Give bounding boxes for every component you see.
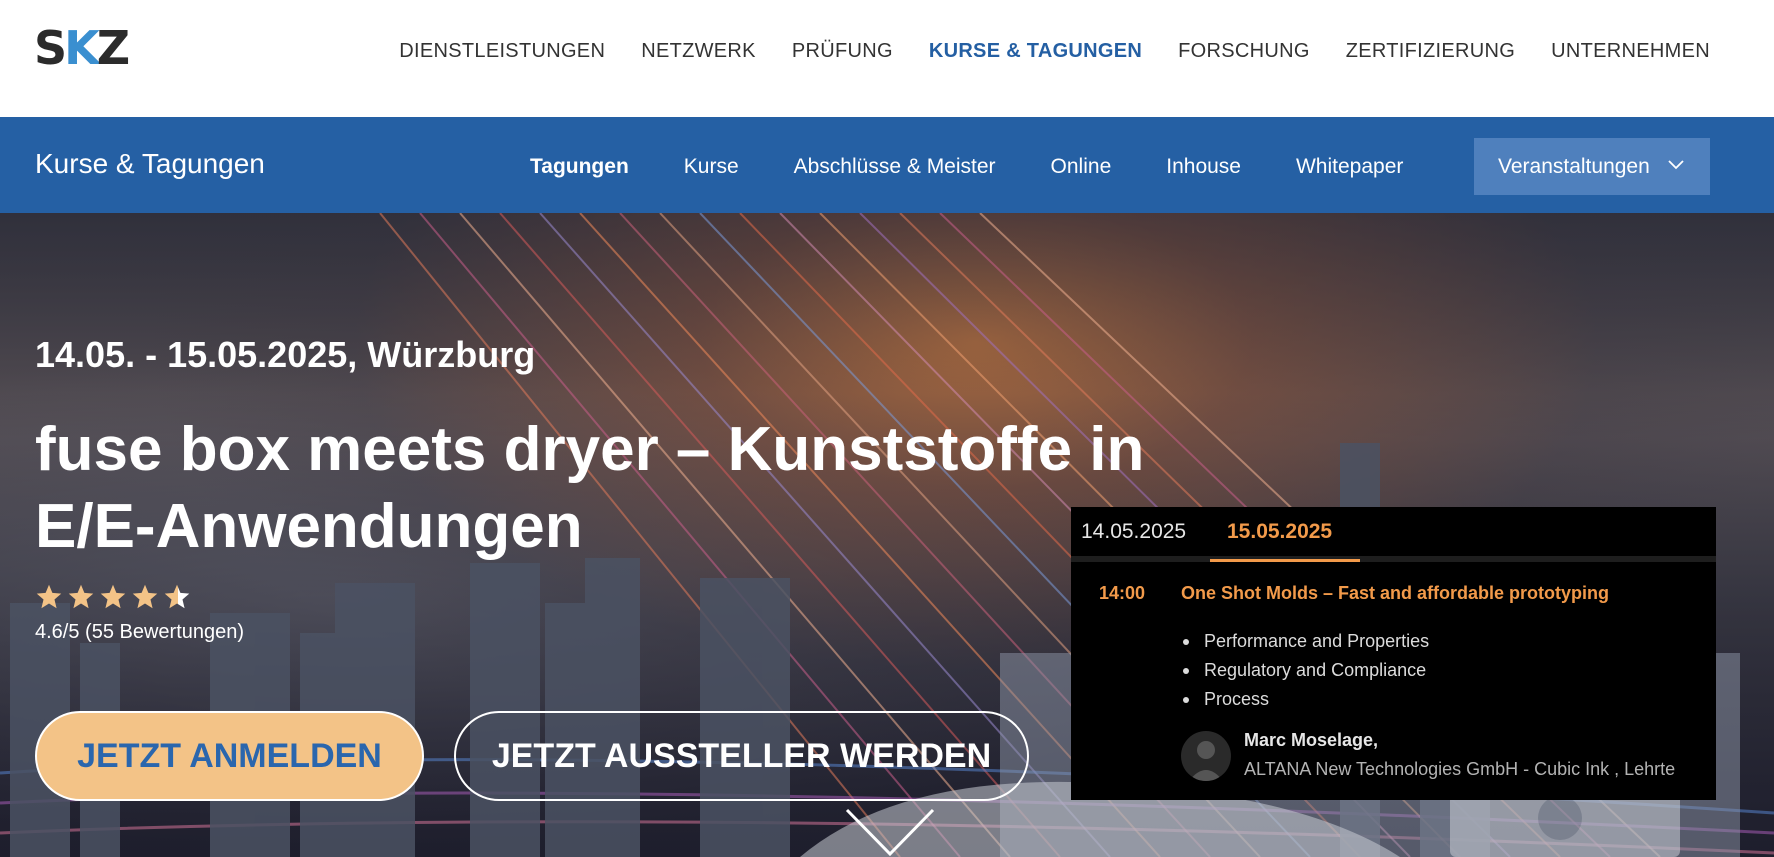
tab-day-2[interactable]: 15.05.2025 bbox=[1227, 517, 1332, 547]
star-icon bbox=[67, 583, 95, 611]
subnav-item-inhouse[interactable]: Inhouse bbox=[1166, 153, 1241, 181]
top-header: SKZ DIENSTLEISTUNGEN NETZWERK PRÜFUNG KU… bbox=[0, 0, 1774, 117]
nav-item-zertifizierung[interactable]: ZERTIFIZIERUNG bbox=[1346, 37, 1515, 65]
list-item: Process bbox=[1181, 685, 1429, 714]
dropdown-label: Veranstaltungen bbox=[1498, 154, 1650, 178]
session-title[interactable]: One Shot Molds – Fast and affordable pro… bbox=[1181, 581, 1609, 605]
active-tab-indicator bbox=[1210, 559, 1360, 562]
sub-navigation: Tagungen Kurse Abschlüsse & Meister Onli… bbox=[530, 153, 1403, 181]
skz-logo[interactable]: SKZ bbox=[34, 24, 130, 72]
rating-summary: 4.6/5 (55 Bewertungen) bbox=[35, 621, 245, 643]
chevron-down-icon bbox=[1668, 159, 1684, 174]
logo-wordmark: SKZ bbox=[34, 21, 130, 75]
list-item: Regulatory and Compliance bbox=[1181, 656, 1429, 685]
nav-item-forschung[interactable]: FORSCHUNG bbox=[1178, 37, 1310, 65]
scroll-down-chevron-icon[interactable] bbox=[845, 808, 935, 857]
register-now-button[interactable]: JETZT ANMELDEN bbox=[35, 711, 424, 801]
half-star-icon bbox=[163, 583, 191, 611]
section-subnav-bar: Kurse & Tagungen Tagungen Kurse Abschlüs… bbox=[0, 117, 1774, 213]
veranstaltungen-dropdown[interactable]: Veranstaltungen bbox=[1474, 138, 1710, 195]
subnav-item-abschluesse-meister[interactable]: Abschlüsse & Meister bbox=[794, 153, 996, 181]
subnav-item-tagungen[interactable]: Tagungen bbox=[530, 153, 629, 181]
session-time: 14:00 bbox=[1099, 583, 1146, 603]
session-topics-list: Performance and Properties Regulatory an… bbox=[1181, 627, 1429, 714]
star-icon bbox=[131, 583, 159, 611]
speaker-name: Marc Moselage, bbox=[1244, 730, 1379, 750]
speaker-organization: ALTANA New Technologies GmbH - Cubic Ink… bbox=[1244, 759, 1676, 779]
subnav-item-kurse[interactable]: Kurse bbox=[684, 153, 739, 181]
agenda-day-tabs: 14.05.2025 15.05.2025 bbox=[1071, 507, 1716, 562]
nav-item-kurse-tagungen[interactable]: KURSE & TAGUNGEN bbox=[929, 37, 1142, 65]
become-exhibitor-button[interactable]: JETZT AUSSTELLER WERDEN bbox=[454, 711, 1029, 801]
section-title[interactable]: Kurse & Tagungen bbox=[35, 147, 265, 181]
star-icon bbox=[35, 583, 63, 611]
agenda-panel: 14.05.2025 15.05.2025 14:00 One Shot Mol… bbox=[1071, 507, 1716, 800]
event-date-location: 14.05. - 15.05.2025, Würzburg bbox=[35, 334, 536, 375]
rating-stars bbox=[35, 583, 191, 611]
nav-item-unternehmen[interactable]: UNTERNEHMEN bbox=[1551, 37, 1710, 65]
main-navigation: DIENSTLEISTUNGEN NETZWERK PRÜFUNG KURSE … bbox=[399, 37, 1710, 65]
list-item: Performance and Properties bbox=[1181, 627, 1429, 656]
hero-banner: 14.05. - 15.05.2025, Würzburg fuse box m… bbox=[0, 213, 1774, 857]
speaker-avatar bbox=[1181, 731, 1231, 781]
nav-item-netzwerk[interactable]: NETZWERK bbox=[641, 37, 756, 65]
subnav-item-online[interactable]: Online bbox=[1051, 153, 1112, 181]
nav-item-pruefung[interactable]: PRÜFUNG bbox=[792, 37, 893, 65]
subnav-item-whitepaper[interactable]: Whitepaper bbox=[1296, 153, 1403, 181]
nav-item-dienstleistungen[interactable]: DIENSTLEISTUNGEN bbox=[399, 37, 605, 65]
tab-day-1[interactable]: 14.05.2025 bbox=[1081, 517, 1186, 547]
star-icon bbox=[99, 583, 127, 611]
